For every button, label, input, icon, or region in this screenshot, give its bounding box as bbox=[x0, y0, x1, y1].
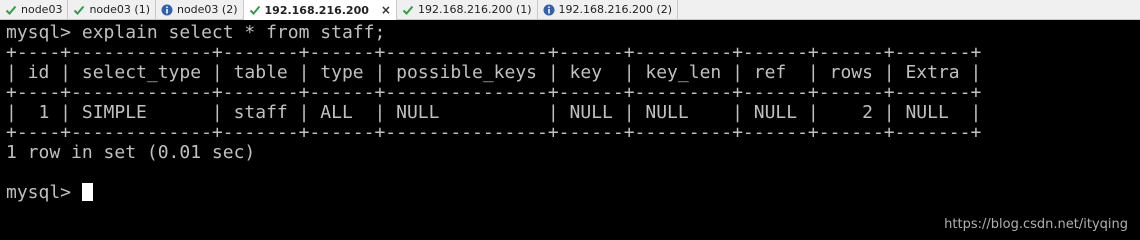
tab-192-168-216-200-2[interactable]: 192.168.216.200 (2) bbox=[538, 0, 679, 19]
tab-node03-2[interactable]: node03 (2) bbox=[156, 0, 244, 19]
result-line: 1 row in set (0.01 sec) bbox=[6, 142, 256, 163]
table-data-row: | 1 | SIMPLE | staff | ALL | NULL | NULL… bbox=[6, 102, 982, 123]
terminal-area[interactable]: mysql> explain select * from staff; +---… bbox=[0, 21, 1140, 240]
close-icon[interactable]: × bbox=[381, 3, 391, 17]
watermark: https://blog.csdn.net/ityqing bbox=[944, 217, 1128, 232]
check-icon bbox=[5, 4, 17, 16]
tab-label: node03 (2) bbox=[176, 3, 238, 16]
prompt: mysql> bbox=[6, 182, 82, 203]
table-border-top: +----+-------------+-------+------+-----… bbox=[6, 42, 982, 63]
tab-node03[interactable]: node03 bbox=[0, 0, 69, 19]
tab-192-168-216-200-1[interactable]: 192.168.216.200 (1) bbox=[397, 0, 538, 19]
tab-192-168-216-200[interactable]: 192.168.216.200 × bbox=[243, 0, 397, 20]
tab-node03-1[interactable]: node03 (1) bbox=[68, 0, 156, 19]
check-icon bbox=[249, 4, 261, 16]
tab-label: 192.168.216.200 (2) bbox=[558, 3, 673, 16]
tab-label: node03 bbox=[21, 3, 63, 16]
check-icon bbox=[73, 4, 85, 16]
text-cursor bbox=[81, 183, 93, 201]
tab-bar: node03 node03 (1) node03 (2) 192.168.216… bbox=[0, 0, 1140, 20]
tab-label: 192.168.216.200 bbox=[264, 3, 369, 17]
info-icon bbox=[543, 4, 555, 16]
tab-label: 192.168.216.200 (1) bbox=[417, 3, 532, 16]
check-icon bbox=[402, 4, 414, 16]
command-line: mysql> explain select * from staff; bbox=[6, 22, 386, 43]
table-border-mid: +----+-------------+-------+------+-----… bbox=[6, 82, 982, 103]
table-header-row: | id | select_type | table | type | poss… bbox=[6, 62, 982, 83]
info-icon bbox=[161, 4, 173, 16]
terminal-output: mysql> explain select * from staff; +---… bbox=[0, 21, 1140, 203]
tab-label: node03 (1) bbox=[89, 3, 150, 16]
table-border-bottom: +----+-------------+-------+------+-----… bbox=[6, 122, 982, 143]
